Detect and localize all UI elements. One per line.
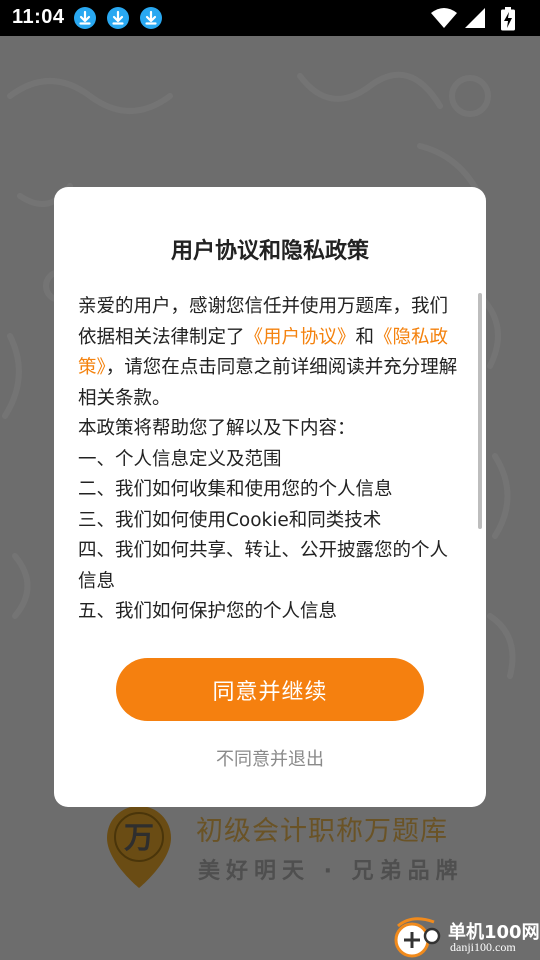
- signal-icon: [465, 8, 485, 28]
- watermark-logo-icon: [394, 917, 441, 958]
- watermark-site-url: danji100.com: [450, 940, 516, 954]
- download-icon: [107, 7, 129, 29]
- status-bar: 11:04: [0, 0, 540, 36]
- brand-logo: 万: [103, 802, 175, 922]
- brand-logo-glyph: 万: [124, 821, 154, 856]
- dialog-intro: 亲爱的用户，感谢您信任并使用万题库，我们依据相关法律制定了《用户协议》和《隐私政…: [78, 292, 466, 414]
- download-icon: [74, 7, 96, 29]
- brand-name: 初级会计职称万题库: [196, 816, 448, 847]
- brand-slogan: 美好明天 · 兄弟品牌: [198, 859, 464, 884]
- policy-item-2: 二、我们如何收集和使用您的个人信息: [78, 479, 393, 500]
- wifi-icon: [431, 8, 457, 28]
- disagree-and-exit-button[interactable]: 不同意并退出: [54, 745, 486, 771]
- status-time: 11:04: [12, 6, 65, 28]
- dialog-title: 用户协议和隐私政策: [170, 239, 369, 264]
- policy-item-1: 一、个人信息定义及范围: [78, 448, 282, 470]
- site-watermark: 单机100网 danji100.com: [392, 916, 540, 960]
- intro-and-text: 和: [355, 326, 375, 348]
- system-icons: [430, 7, 530, 31]
- dialog-scrollbar[interactable]: [478, 293, 482, 529]
- policy-item-4: 四、我们如何共享、转让、公开披露您的个人信息: [78, 540, 449, 592]
- download-icon: [140, 7, 162, 29]
- user-agreement-link[interactable]: 《用户协议》: [245, 327, 356, 348]
- intro-text-2: ，请您在点击同意之前详细阅读并充分理解相关条款。: [78, 357, 458, 409]
- list-intro: 本政策将帮助您了解以及下内容：: [78, 418, 356, 439]
- privacy-dialog: 用户协议和隐私政策 亲爱的用户，感谢您信任并使用万题库，我们依据相关法律制定了《…: [54, 187, 486, 807]
- agree-and-continue-button[interactable]: 同意并继续: [116, 658, 424, 721]
- policy-item-3: 三、我们如何使用Cookie和同类技术: [78, 509, 382, 531]
- dialog-body[interactable]: 亲爱的用户，感谢您信任并使用万题库，我们依据相关法律制定了《用户协议》和《隐私政…: [78, 292, 466, 627]
- battery-charging-icon: [501, 7, 515, 31]
- policy-item-5: 五、我们如何保护您的个人信息: [78, 601, 338, 622]
